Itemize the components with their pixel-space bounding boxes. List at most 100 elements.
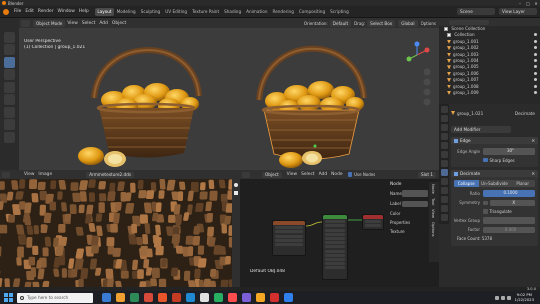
tab-shading[interactable]: Shading	[222, 8, 244, 16]
render-tab-icon[interactable]	[440, 115, 448, 122]
view-layer-tab-icon[interactable]	[440, 133, 448, 140]
triangulate-checkbox[interactable]	[483, 209, 488, 214]
tab-scripting[interactable]: Scripting	[328, 8, 352, 16]
planar-mode-button[interactable]: Planar	[510, 180, 535, 187]
viewport-menu-add[interactable]: Add	[97, 21, 110, 26]
viewport-menu-object[interactable]: Object	[110, 21, 128, 26]
object-tab-icon[interactable]	[440, 160, 448, 167]
taskbar-app-icon[interactable]	[185, 293, 195, 302]
taskbar-app-icon[interactable]	[227, 293, 237, 302]
tab-animation[interactable]: Animation	[244, 8, 270, 16]
factor-field[interactable]: 0.000	[483, 226, 535, 233]
image-editor-menu-view[interactable]: View	[22, 172, 36, 177]
visibility-eye-icon[interactable]	[534, 52, 537, 56]
add-cube-tool-icon[interactable]	[4, 131, 15, 143]
object-mode-dropdown[interactable]: Object Mode	[33, 19, 66, 27]
visibility-eye-icon[interactable]	[534, 78, 537, 82]
annotate-tool-icon[interactable]	[4, 106, 15, 118]
image-editor[interactable]: View Image Armmetexture2.dds	[0, 170, 240, 287]
outliner-search[interactable]	[449, 19, 489, 25]
menu-file[interactable]: File	[12, 9, 23, 14]
basket-right-selected[interactable]	[256, 45, 367, 168]
drag-dropdown[interactable]: Select Box	[367, 19, 396, 27]
edge-angle-field[interactable]: 30°	[483, 148, 535, 155]
cursor-tool-icon[interactable]	[4, 44, 15, 55]
blender-menu-icon[interactable]	[3, 8, 9, 15]
maximize-button[interactable]: □	[524, 1, 532, 6]
visibility-eye-icon[interactable]	[534, 33, 537, 37]
battery-icon[interactable]	[506, 295, 511, 300]
tab-sculpting[interactable]: Sculpting	[138, 8, 163, 16]
viewport-menu-view[interactable]: View	[65, 21, 79, 26]
tab-rendering[interactable]: Rendering	[270, 8, 296, 16]
decimate-close-icon[interactable]: ✕	[531, 170, 535, 177]
edge-split-close-icon[interactable]: ✕	[531, 137, 535, 144]
sharp-edges-checkbox[interactable]	[483, 157, 488, 163]
tab-uv-editing[interactable]: UV Editing	[163, 8, 190, 16]
minimize-button[interactable]: –	[516, 1, 524, 6]
taskbar-app-icon[interactable]	[255, 293, 265, 302]
menu-render[interactable]: Render	[36, 9, 56, 14]
taskbar-app-icon[interactable]	[269, 293, 279, 302]
taskbar-app-icon[interactable]	[213, 293, 223, 302]
viewport-nav-buttons[interactable]	[423, 68, 431, 106]
shader-node-editor[interactable]: Object View Select Add Node Use Nodes Sl…	[240, 170, 439, 287]
visibility-eye-icon[interactable]	[534, 65, 537, 69]
network-icon[interactable]	[494, 295, 499, 300]
tool-tab-icon[interactable]	[440, 106, 448, 113]
navigation-gizmo[interactable]	[406, 41, 430, 62]
taskbar-app-icon[interactable]	[199, 293, 209, 302]
menu-edit[interactable]: Edit	[23, 9, 36, 14]
tab-layout[interactable]: Layout	[94, 7, 115, 16]
taskbar-search-box[interactable]: Type here to search	[17, 292, 93, 303]
output-tab-icon[interactable]	[440, 124, 448, 131]
image-editor-menu-image[interactable]: Image	[36, 172, 54, 177]
outliner-item[interactable]: group_1.009	[439, 90, 540, 96]
options-menu[interactable]: Options	[421, 21, 436, 26]
move-tool-icon[interactable]	[4, 56, 15, 68]
taskbar-app-icon[interactable]	[171, 293, 181, 302]
decimate-header[interactable]: Decimate ✕	[451, 170, 538, 177]
volume-icon[interactable]	[500, 295, 505, 300]
image-editor-type-button[interactable]	[2, 171, 10, 178]
viewport-menu-select[interactable]: Select	[80, 21, 98, 26]
vertex-group-field[interactable]	[483, 217, 535, 224]
scene-tab-icon[interactable]	[440, 142, 448, 149]
measure-tool-icon[interactable]	[4, 119, 15, 130]
editor-type-button[interactable]	[21, 19, 30, 27]
close-button[interactable]: ✕	[532, 1, 540, 6]
taskbar-app-icon[interactable]	[101, 293, 111, 302]
material-tab-icon[interactable]	[440, 214, 448, 221]
physics-tab-icon[interactable]	[440, 187, 448, 194]
particles-tab-icon[interactable]	[440, 178, 448, 185]
unsubdivide-mode-button[interactable]: Un-Subdivide	[478, 180, 511, 187]
visibility-eye-icon[interactable]	[534, 39, 537, 43]
tab-texture-paint[interactable]: Texture Paint	[190, 8, 222, 16]
collapse-mode-button[interactable]: Collapse	[454, 180, 479, 187]
visibility-eye-icon[interactable]	[534, 90, 537, 94]
menu-help[interactable]: Help	[77, 9, 91, 14]
windows-start-icon[interactable]	[4, 293, 13, 302]
taskbar-app-icon[interactable]	[129, 293, 139, 302]
select-box-tool-icon[interactable]	[4, 31, 15, 43]
taskbar-app-icon[interactable]	[283, 293, 293, 302]
basket-left[interactable]	[78, 47, 202, 167]
taskbar-app-icon[interactable]	[241, 293, 251, 302]
visibility-eye-icon[interactable]	[534, 71, 537, 75]
pivot-dropdown[interactable]: Global	[398, 19, 418, 27]
tab-modeling[interactable]: Modeling	[114, 8, 138, 16]
orientation-dropdown[interactable]: Default	[329, 19, 352, 27]
taskbar-app-icon[interactable]	[115, 293, 125, 302]
3d-viewport[interactable]: Object Mode View Select Add Object Orien…	[19, 18, 439, 170]
hand-icon[interactable]	[234, 191, 238, 195]
image-name-field[interactable]: Armmetexture2.dds	[86, 171, 135, 178]
add-modifier-button[interactable]: Add Modifier	[451, 126, 511, 133]
visibility-eye-icon[interactable]	[534, 84, 537, 88]
transform-tool-icon[interactable]	[4, 94, 15, 105]
scale-tool-icon[interactable]	[4, 81, 15, 93]
zoom-icon[interactable]	[234, 183, 238, 187]
menu-window[interactable]: Window	[56, 9, 77, 14]
scene-selector[interactable]: Scene	[457, 8, 495, 15]
tab-compositing[interactable]: Compositing	[296, 8, 327, 16]
visibility-eye-icon[interactable]	[534, 46, 537, 50]
